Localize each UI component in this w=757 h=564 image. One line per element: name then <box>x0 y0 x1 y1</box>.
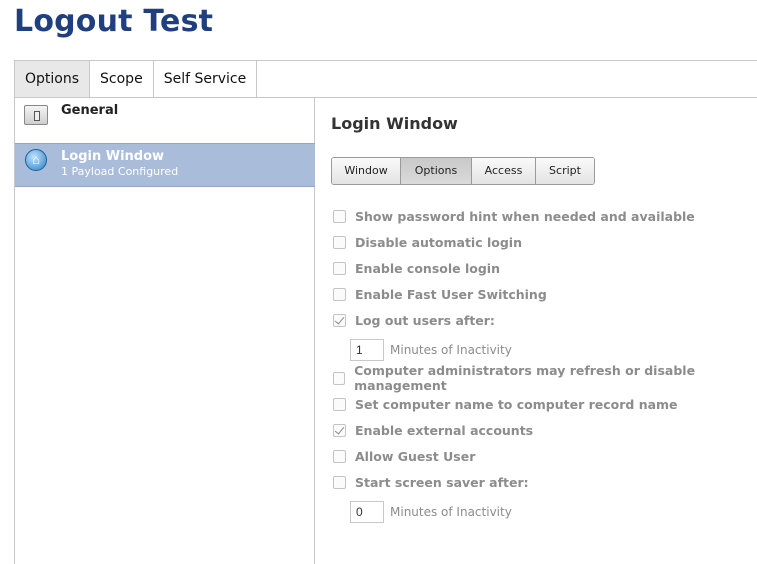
option-row: Computer administrators may refresh or d… <box>333 363 757 393</box>
option-checkbox[interactable] <box>333 371 346 385</box>
section-title: Login Window <box>331 114 458 133</box>
sidebar-item-login-window[interactable]: ⌂ Login Window 1 Payload Configured <box>15 143 315 187</box>
option-row: Enable Fast User Switching <box>333 285 547 303</box>
option-checkbox[interactable] <box>333 475 346 489</box>
option-row: Start screen saver after: <box>333 473 529 491</box>
option-label: Start screen saver after: <box>355 474 529 490</box>
logout-minutes-row: Minutes of Inactivity <box>350 338 512 362</box>
minutes-label: Minutes of Inactivity <box>390 343 512 357</box>
sidebar-item-general[interactable]: General <box>15 97 315 141</box>
option-checkbox[interactable] <box>333 449 346 463</box>
option-label: Log out users after: <box>355 312 495 328</box>
subtab-window[interactable]: Window <box>332 158 401 184</box>
tab-options[interactable]: Options <box>14 61 91 97</box>
sidebar-item-label: General <box>61 103 119 118</box>
subtab-access[interactable]: Access <box>472 158 536 184</box>
minutes-label: Minutes of Inactivity <box>390 505 512 519</box>
option-label: Enable Fast User Switching <box>355 286 547 302</box>
sidebar-item-label: Login Window <box>61 149 165 164</box>
subtab-bar: Window Options Access Script <box>331 157 595 185</box>
subtab-options[interactable]: Options <box>401 158 472 184</box>
option-row: Enable external accounts <box>333 421 533 439</box>
switch-icon <box>24 105 48 125</box>
option-row: Show password hint when needed and avail… <box>333 207 695 225</box>
subtab-script[interactable]: Script <box>536 158 594 184</box>
top-tab-bar: Options Scope Self Service <box>14 60 757 98</box>
tab-self-service[interactable]: Self Service <box>154 61 258 97</box>
option-label: Enable console login <box>355 260 500 276</box>
logout-minutes-input[interactable] <box>350 339 384 361</box>
page-title: Logout Test <box>14 4 214 39</box>
option-row: Disable automatic login <box>333 233 522 251</box>
main-content: Login Window Window Options Access Scrip… <box>316 97 757 564</box>
option-label: Set computer name to computer record nam… <box>355 396 678 412</box>
option-row: Allow Guest User <box>333 447 475 465</box>
option-label: Show password hint when needed and avail… <box>355 208 695 224</box>
option-label: Disable automatic login <box>355 234 522 250</box>
payload-sidebar: General ⌂ Login Window 1 Payload Configu… <box>14 97 315 564</box>
option-checkbox[interactable] <box>333 287 346 301</box>
option-label: Computer administrators may refresh or d… <box>354 363 696 393</box>
option-row: Set computer name to computer record nam… <box>333 395 678 413</box>
payload-count: 1 Payload Configured <box>61 165 179 178</box>
screensaver-minutes-input[interactable] <box>350 501 384 523</box>
option-row: Enable console login <box>333 259 500 277</box>
home-icon: ⌂ <box>25 149 47 171</box>
option-checkbox-checked[interactable] <box>333 313 346 327</box>
option-label: Allow Guest User <box>355 448 476 464</box>
option-label: Enable external accounts <box>355 422 534 438</box>
option-checkbox[interactable] <box>333 261 346 275</box>
option-checkbox[interactable] <box>333 235 346 249</box>
option-checkbox-checked[interactable] <box>333 423 346 437</box>
screensaver-minutes-row: Minutes of Inactivity <box>350 500 512 524</box>
option-row: Log out users after: <box>333 311 495 329</box>
option-checkbox[interactable] <box>333 209 346 223</box>
option-checkbox[interactable] <box>333 397 346 411</box>
tab-scope[interactable]: Scope <box>90 61 154 97</box>
